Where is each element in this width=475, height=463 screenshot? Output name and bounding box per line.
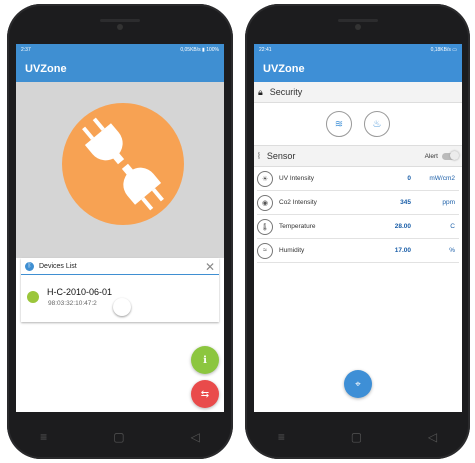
unplugged-icon — [82, 117, 164, 211]
uv-icon: ☀ — [257, 170, 273, 187]
sensor-label: Co2 Intensity — [279, 199, 317, 206]
app-bar: UVZone — [254, 56, 462, 82]
app-title: UVZone — [25, 63, 67, 75]
sensor-value: 345 — [400, 199, 411, 206]
left-phone: 2:37 0,05KB/s ▮ 100% UVZone ᛒ Devices Li… — [7, 4, 233, 459]
close-icon[interactable]: ✕ — [205, 260, 215, 274]
right-screen: 22:41 0,18KB/s ▭ UVZone 🔒︎ Security ≋ ♨ … — [254, 44, 462, 412]
sensor-label: Sensor — [266, 151, 296, 161]
device-mac: 98:03:32:10:47:2 — [48, 300, 97, 307]
left-screen: 2:37 0,05KB/s ▮ 100% UVZone ᛒ Devices Li… — [16, 44, 224, 412]
devices-list-title: Devices List — [39, 262, 77, 270]
sensor-label: Temperature — [279, 223, 316, 230]
speaker-grille — [337, 19, 378, 22]
info-icon: ℹ — [203, 354, 207, 366]
right-phone: 22:41 0,18KB/s ▭ UVZone 🔒︎ Security ≋ ♨ … — [245, 4, 470, 459]
info-button[interactable]: ℹ — [191, 346, 219, 374]
back-icon[interactable]: ◁ — [191, 430, 200, 444]
app-title: UVZone — [263, 63, 305, 75]
menu-icon[interactable]: ≡ — [40, 430, 47, 444]
bluetooth-icon: ᛒ — [25, 261, 34, 271]
device-name: H-C-2010-06-01 — [47, 287, 113, 297]
sensor-row-uv: ☀ UV Intensity 0 mW/cm2 — [257, 167, 459, 191]
speaker-grille — [100, 19, 140, 22]
alert-label: Alert — [424, 152, 438, 160]
sensor-unit: ppm — [442, 199, 455, 206]
fire-icon: ♨ — [372, 118, 382, 130]
sensor-unit: % — [449, 247, 455, 254]
back-icon[interactable]: ◁ — [428, 430, 437, 444]
share-icon: ⇆ — [200, 388, 210, 400]
plug-circle — [62, 103, 184, 225]
sensor-value: 0 — [407, 175, 411, 182]
sensor-value: 28.00 — [394, 223, 411, 230]
nav-bar: ≡ ▢ ◁ — [7, 427, 233, 447]
devices-list-panel: ᛒ Devices List ✕ H-C-2010-06-01 98:03:32… — [21, 258, 219, 322]
status-bar: 2:37 0,05KB/s ▮ 100% — [16, 44, 224, 56]
home-icon[interactable]: ▢ — [113, 430, 124, 444]
sensor-section-header: ⦚ Sensor Alert — [254, 146, 462, 167]
crosshair-icon: ⌖ — [355, 378, 361, 390]
sensor-unit: C — [450, 223, 455, 230]
app-bar: UVZone — [16, 56, 224, 82]
humidity-icon: ≈ — [257, 242, 273, 259]
wave-icon: ≋ — [334, 118, 344, 130]
thermometer-icon: 🌡︎ — [257, 218, 273, 235]
sensor-row-humidity: ≈ Humidity 17.00 % — [257, 239, 459, 263]
alert-control: Alert — [424, 151, 459, 160]
menu-icon[interactable]: ≡ — [278, 430, 285, 444]
sensor-label: UV Intensity — [279, 175, 315, 182]
co2-icon: ◉ — [257, 194, 273, 211]
status-time: 2:37 — [21, 47, 31, 53]
loading-spinner — [113, 298, 131, 316]
sensor-value: 17.00 — [394, 247, 411, 254]
home-icon[interactable]: ▢ — [351, 430, 362, 444]
status-speed: 0,05KB/s — [180, 47, 201, 53]
battery-level: 100% — [206, 47, 219, 53]
locate-button[interactable]: ⌖ — [344, 370, 372, 398]
connection-illustration — [16, 82, 224, 258]
status-bar: 22:41 0,18KB/s ▭ — [254, 44, 462, 56]
nav-bar: ≡ ▢ ◁ — [245, 427, 470, 447]
security-buttons: ≋ ♨ — [254, 103, 462, 146]
security-label: Security — [269, 87, 303, 97]
wave-button[interactable]: ≋ — [326, 111, 352, 137]
sensor-icon: ⦚ — [258, 150, 260, 161]
status-speed: 0,18KB/s — [430, 47, 451, 53]
lock-icon: 🔒︎ — [258, 86, 263, 97]
device-list-item[interactable]: H-C-2010-06-01 98:03:32:10:47:2 — [21, 275, 219, 321]
sensor-row-co2: ◉ Co2 Intensity 345 ppm — [257, 191, 459, 215]
signal-icon: ▮ — [202, 47, 205, 53]
fire-button[interactable]: ♨ — [364, 111, 390, 137]
status-time: 22:41 — [259, 47, 272, 53]
device-status-dot — [27, 291, 39, 303]
front-camera — [117, 24, 123, 30]
sensor-unit: mW/cm2 — [429, 175, 455, 182]
devices-list-header: ᛒ Devices List ✕ — [21, 258, 219, 275]
front-camera — [354, 24, 361, 30]
battery-icon: ▭ — [452, 47, 457, 53]
security-section-header: 🔒︎ Security — [254, 82, 462, 103]
sensor-row-temperature: 🌡︎ Temperature 28.00 C — [257, 215, 459, 239]
sensor-label: Humidity — [279, 247, 305, 254]
share-button[interactable]: ⇆ — [191, 380, 219, 408]
alert-toggle[interactable] — [442, 151, 459, 160]
